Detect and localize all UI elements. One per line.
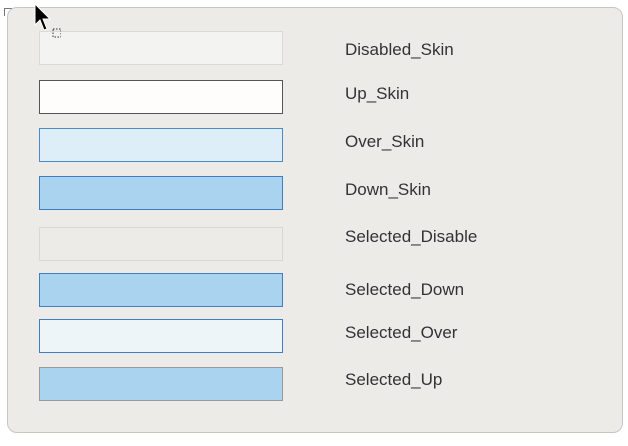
skin-preview-window: Disabled_Skin Up_Skin Over_Skin Down_Ski…: [0, 0, 628, 446]
dotted-selection-icon: [52, 28, 61, 38]
skin-row-selected-over: Selected_Over: [0, 319, 628, 359]
skin-row-up: Up_Skin: [0, 80, 628, 120]
selected-over-skin-swatch[interactable]: [39, 319, 283, 353]
selected-disable-skin-swatch: [39, 227, 283, 261]
up-skin-swatch[interactable]: [39, 80, 283, 114]
over-skin-label: Over_Skin: [345, 132, 425, 151]
down-skin-label: Down_Skin: [345, 180, 431, 199]
selected-down-skin-label: Selected_Down: [345, 280, 465, 299]
skin-row-selected-disable: Selected_Disable: [0, 227, 628, 267]
over-skin-swatch[interactable]: [39, 128, 283, 162]
selected-up-skin-swatch[interactable]: [39, 367, 283, 401]
selected-down-skin-swatch[interactable]: [39, 273, 283, 307]
selected-over-skin-label: Selected_Over: [345, 323, 458, 342]
skin-row-over: Over_Skin: [0, 128, 628, 168]
selected-disable-skin-label: Selected_Disable: [345, 227, 478, 246]
skin-row-selected-down: Selected_Down: [0, 273, 628, 313]
skin-row-disabled: Disabled_Skin: [0, 31, 628, 71]
skin-row-selected-up: Selected_Up: [0, 367, 628, 407]
skin-row-down: Down_Skin: [0, 176, 628, 216]
down-skin-swatch[interactable]: [39, 176, 283, 210]
up-skin-label: Up_Skin: [345, 84, 410, 103]
disabled-skin-swatch: [39, 31, 283, 65]
disabled-skin-label: Disabled_Skin: [345, 40, 454, 59]
arrow-cursor-icon: [34, 3, 61, 38]
selected-up-skin-label: Selected_Up: [345, 370, 443, 389]
